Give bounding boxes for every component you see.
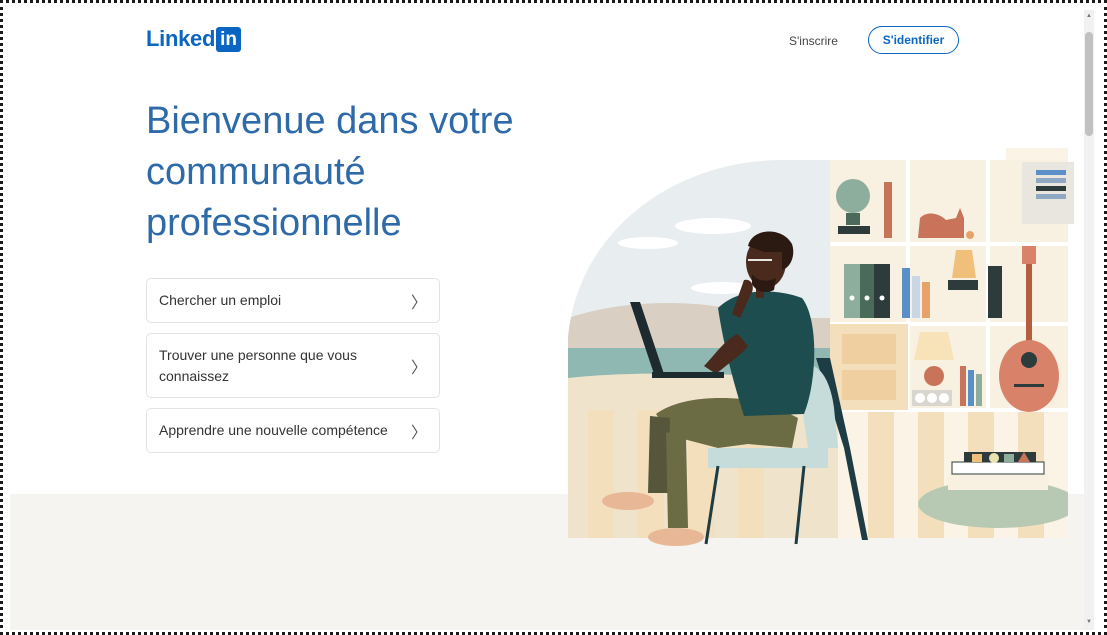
- option-label-line-1: Trouver une personne que vous: [159, 346, 357, 363]
- hero-illustration: [568, 148, 1074, 546]
- chevron-right-icon: 〉: [410, 294, 427, 312]
- scroll-thumb[interactable]: [1085, 32, 1093, 136]
- title-line-1: Bienvenue dans votre: [146, 100, 514, 142]
- option-label: Chercher un emploi: [159, 292, 282, 308]
- join-link[interactable]: S'inscrire: [789, 34, 838, 48]
- option-label: Apprendre une nouvelle compétence: [159, 422, 388, 438]
- chevron-right-icon: 〉: [410, 424, 427, 442]
- search-job-option[interactable]: Chercher un emploi 〉: [146, 278, 440, 323]
- option-label-line-2: connaissez: [159, 367, 230, 384]
- page: Linked in S'inscrire S'identifier Bienve…: [10, 10, 1094, 630]
- vertical-scrollbar[interactable]: ▲ ▼: [1084, 10, 1094, 630]
- option-label: Trouver une personne que vous connaissez: [159, 345, 357, 387]
- scroll-down-arrow-icon[interactable]: ▼: [1084, 618, 1094, 626]
- page-title: Bienvenue dans votre communauté professi…: [146, 96, 566, 249]
- learn-skill-option[interactable]: Apprendre une nouvelle compétence 〉: [146, 408, 440, 453]
- logo-in-box: in: [216, 26, 242, 52]
- title-line-3: professionnelle: [146, 202, 402, 244]
- signin-button[interactable]: S'identifier: [868, 26, 959, 54]
- logo-wordmark: Linked: [146, 26, 216, 51]
- title-line-2: communauté: [146, 151, 366, 193]
- find-person-option[interactable]: Trouver une personne que vous connaissez…: [146, 333, 440, 398]
- scroll-up-arrow-icon[interactable]: ▲: [1084, 12, 1094, 20]
- chevron-right-icon: 〉: [410, 359, 427, 377]
- linkedin-logo[interactable]: Linked in: [146, 26, 242, 52]
